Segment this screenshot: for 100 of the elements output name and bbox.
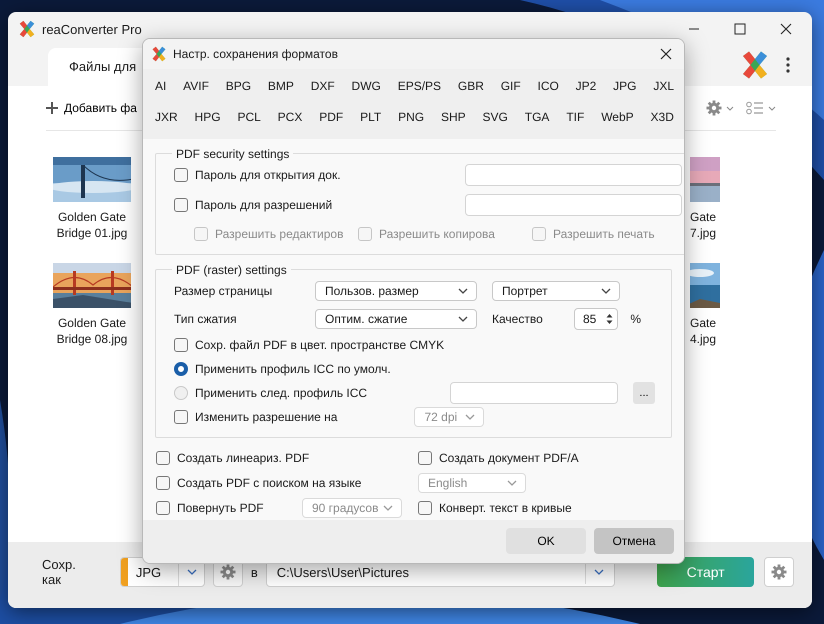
checkbox[interactable] [418, 450, 432, 465]
ok-button[interactable]: OK [506, 528, 586, 554]
format-tab[interactable]: JPG [613, 77, 636, 96]
format-tab[interactable]: PNG [398, 108, 424, 126]
file-name: Bridge 08.jpg [56, 331, 128, 347]
file-name: Golden Gate [58, 209, 126, 225]
format-tab[interactable]: JXL [653, 77, 674, 96]
checkbox-label: Пароль для открытия док. [195, 168, 341, 182]
chevron-down-icon [465, 414, 476, 420]
format-tab[interactable]: PCL [237, 108, 261, 126]
maximize-icon[interactable] [734, 23, 746, 35]
dropdown[interactable]: Портрет [492, 280, 620, 301]
quality-spinbox[interactable]: 85 [574, 308, 618, 330]
icc-path-field[interactable] [450, 382, 618, 404]
chevron-down-icon [601, 288, 611, 294]
chevron-down-icon [383, 504, 393, 511]
radio-button[interactable] [174, 362, 188, 376]
app-logo-icon [18, 20, 36, 38]
checkbox-label: Изменить разрешение на [195, 410, 338, 424]
format-tab[interactable]: BMP [268, 77, 294, 96]
radio-label: Применить профиль ICC по умолч. [195, 362, 391, 376]
dialog-title: Настр. сохранения форматов [173, 46, 338, 61]
checkbox-label: Разрешить редактиров [215, 226, 344, 241]
format-tab[interactable]: PCX [278, 108, 302, 126]
field-label: Тип сжатия [174, 312, 238, 326]
format-tab[interactable]: JP2 [576, 77, 596, 96]
close-icon[interactable] [660, 48, 672, 60]
field-label: Качество [492, 312, 544, 326]
chevron-down-icon [768, 106, 776, 110]
file-name: Gate [690, 315, 716, 331]
checkbox[interactable] [174, 168, 188, 182]
format-tab[interactable]: ICO [538, 77, 559, 96]
format-tab[interactable]: PDF [319, 108, 344, 126]
dropdown[interactable]: Пользов. размер [315, 280, 477, 301]
checkbox-label: Пароль для разрешений [195, 198, 332, 212]
spin-arrows-icon [606, 312, 614, 325]
window-title: reaConverter Pro [42, 22, 142, 36]
format-tab[interactable]: DXF [310, 77, 335, 96]
chevron-down-icon [186, 569, 197, 575]
file-name: 7.jpg [690, 225, 716, 241]
format-tab[interactable]: GIF [500, 77, 521, 96]
close-icon[interactable] [780, 23, 792, 35]
format-tab[interactable]: SHP [440, 108, 466, 126]
chevron-down-icon [458, 288, 468, 294]
checkbox[interactable] [418, 500, 432, 515]
format-tab[interactable]: X3D [650, 108, 674, 126]
group-title: PDF security settings [175, 146, 290, 161]
checkbox-label: Создать PDF с поиском на языке [177, 476, 362, 490]
format-tab[interactable]: DWG [352, 77, 381, 96]
password-field[interactable] [465, 164, 682, 186]
format-tab[interactable]: TGA [524, 108, 550, 126]
checkbox[interactable] [156, 476, 170, 490]
format-tab[interactable]: BPG [226, 77, 252, 96]
in-label: в [250, 564, 258, 580]
dropdown[interactable]: Оптим. сжатие [315, 308, 477, 329]
format-tab[interactable]: JXR [155, 108, 178, 126]
settings-icon [771, 564, 788, 580]
file-name: 4.jpg [690, 331, 716, 347]
browse-button[interactable]: ... [633, 382, 655, 404]
file-item[interactable]: Golden Gate Bridge 08.jpg [52, 257, 132, 347]
format-tab[interactable]: SVG [482, 108, 508, 126]
file-name: Gate [690, 209, 716, 225]
password-field[interactable] [465, 194, 682, 216]
file-name: Golden Gate [58, 315, 126, 331]
brand-logo-icon [740, 50, 770, 80]
more-icon[interactable] [786, 57, 790, 73]
radio-label: Применить след. профиль ICC [195, 386, 368, 400]
checkbox[interactable] [174, 338, 188, 352]
checkbox-label: Сохр. файл PDF в цвет. пространстве CMYK [195, 338, 444, 352]
format-tab[interactable]: HPG [194, 108, 221, 126]
chevron-down-icon [507, 480, 517, 486]
unit-label: % [630, 312, 642, 326]
checkbox[interactable] [174, 198, 188, 212]
settings-icon [706, 100, 722, 116]
settings-button[interactable] [764, 557, 794, 587]
cancel-button[interactable]: Отмена [594, 528, 674, 554]
format-tab[interactable]: AVIF [183, 77, 209, 96]
view-menu-button[interactable] [746, 100, 776, 116]
checkbox[interactable] [174, 410, 188, 424]
save-as-label: Сохр. как [42, 557, 77, 587]
format-tab[interactable]: WebP [601, 108, 634, 126]
format-tab[interactable]: PLT [360, 108, 382, 126]
format-tab[interactable]: TIF [566, 108, 584, 126]
chevron-down-icon [458, 316, 468, 322]
chevron-down-icon [726, 106, 734, 110]
format-tab[interactable]: GBR [458, 77, 484, 96]
file-name: Bridge 01.jpg [56, 225, 128, 241]
checkbox-label: Конверт. текст в кривые [439, 500, 572, 515]
add-files-button[interactable]: Добавить фа [46, 99, 137, 117]
file-item[interactable]: Golden Gate Bridge 01.jpg [52, 151, 132, 241]
checkbox[interactable] [156, 500, 170, 515]
group-title: PDF (raster) settings [175, 262, 288, 277]
checkbox-label: Повернуть PDF [177, 500, 264, 515]
settings-menu-button[interactable] [706, 100, 734, 116]
field-label: Размер страницы [174, 284, 274, 298]
plus-icon [46, 102, 58, 114]
checkbox-label: Разрешить копирова [379, 226, 495, 241]
checkbox-label: Разрешить печать [553, 226, 655, 241]
checkbox[interactable] [156, 450, 170, 465]
format-tab[interactable]: EPS/PS [398, 77, 442, 96]
